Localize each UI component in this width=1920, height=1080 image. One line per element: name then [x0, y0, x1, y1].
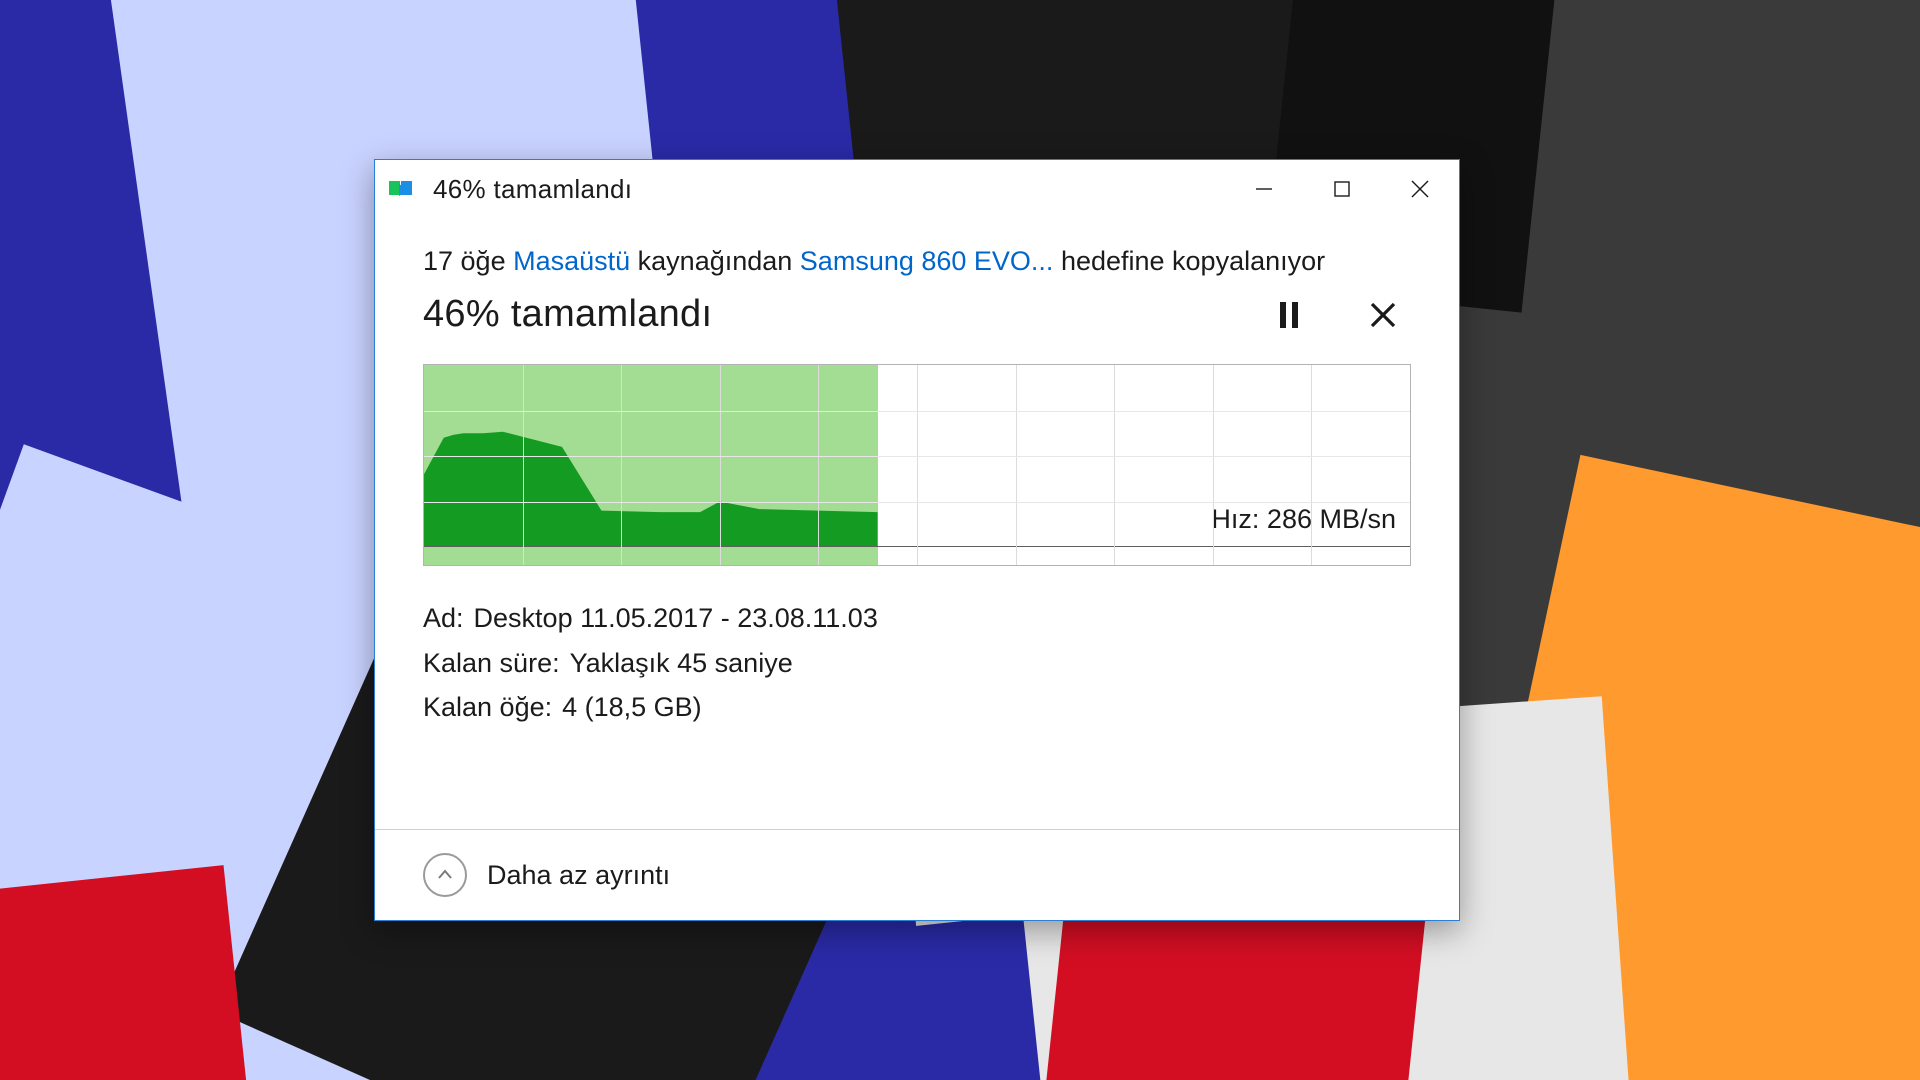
fewer-details-toggle[interactable]: [423, 853, 467, 897]
detail-time-label: Kalan süre:: [423, 641, 560, 686]
detail-name-label: Ad:: [423, 596, 464, 641]
copy-item-count: 17 öğe: [423, 246, 513, 276]
copy-description: 17 öğe Masaüstü kaynağından Samsung 860 …: [423, 244, 1411, 279]
dialog-footer: Daha az ayrıntı: [375, 829, 1459, 920]
detail-time-row: Kalan süre: Yaklaşık 45 saniye: [423, 641, 1411, 686]
close-window-button[interactable]: [1381, 160, 1459, 218]
file-copy-dialog: 46% tamamlandı 17 öğe Masaüstü kaynağınd…: [374, 159, 1460, 921]
copy-desc-mid: kaynağından: [630, 246, 800, 276]
fewer-details-label[interactable]: Daha az ayrıntı: [487, 860, 670, 891]
transfer-details: Ad: Desktop 11.05.2017 - 23.08.11.03 Kal…: [423, 596, 1411, 730]
progress-percent: 46% tamamlandı: [423, 293, 712, 336]
window-title: 46% tamamlandı: [433, 174, 632, 205]
detail-items-label: Kalan öğe:: [423, 685, 552, 730]
transfer-speed-chart: Hız: 286 MB/sn: [423, 364, 1411, 566]
copy-icon: [389, 177, 423, 201]
detail-name-row: Ad: Desktop 11.05.2017 - 23.08.11.03: [423, 596, 1411, 641]
minimize-button[interactable]: [1225, 160, 1303, 218]
speed-readout: Hız: 286 MB/sn: [1211, 504, 1396, 535]
detail-items-value: 4 (18,5 GB): [562, 685, 702, 730]
copy-dest-link[interactable]: Samsung 860 EVO...: [800, 246, 1054, 276]
maximize-button[interactable]: [1303, 160, 1381, 218]
detail-time-value: Yaklaşık 45 saniye: [570, 641, 793, 686]
titlebar[interactable]: 46% tamamlandı: [375, 160, 1459, 218]
pause-button[interactable]: [1269, 295, 1309, 335]
detail-items-row: Kalan öğe: 4 (18,5 GB): [423, 685, 1411, 730]
copy-source-link[interactable]: Masaüstü: [513, 246, 630, 276]
detail-name-value: Desktop 11.05.2017 - 23.08.11.03: [474, 596, 878, 641]
copy-desc-suffix: hedefine kopyalanıyor: [1053, 246, 1325, 276]
cancel-button[interactable]: [1363, 295, 1403, 335]
